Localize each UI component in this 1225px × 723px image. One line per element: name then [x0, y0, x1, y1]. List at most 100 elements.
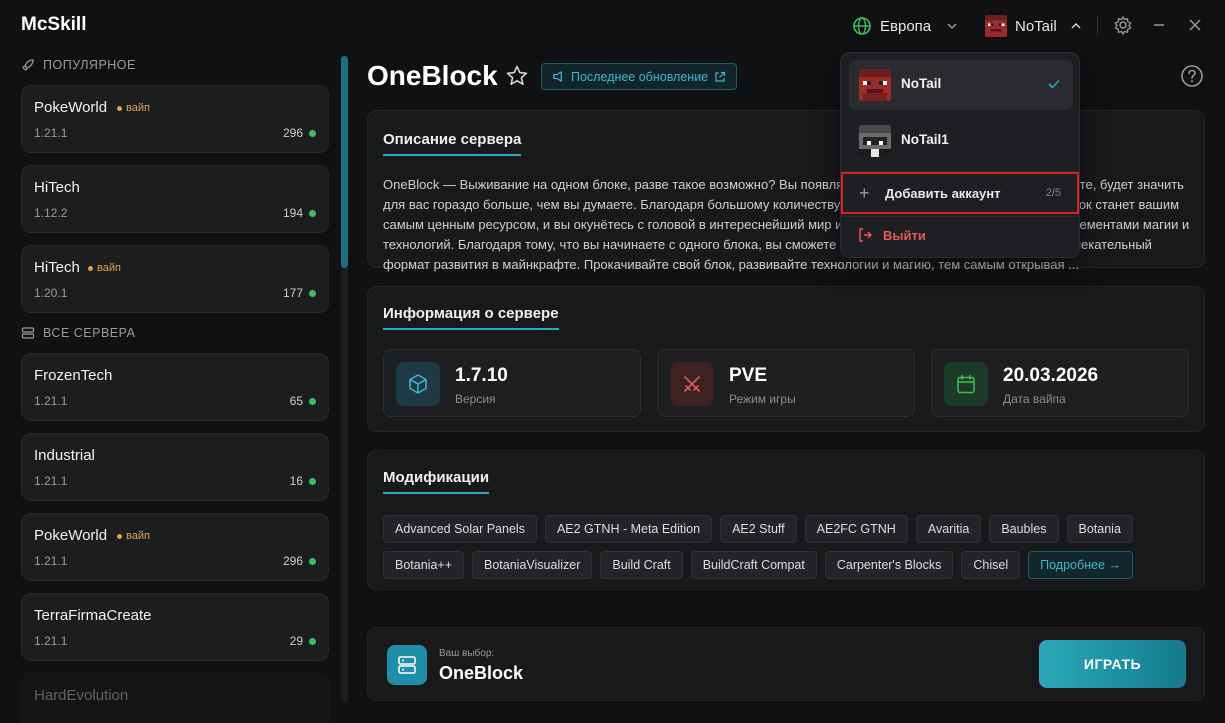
chevron-up-icon	[1071, 22, 1081, 29]
version-value: 1.7.10	[455, 365, 508, 386]
logout-button[interactable]: Выйти	[857, 227, 926, 243]
game-mode-card: PVE Режим игры	[657, 349, 915, 417]
online-count: 177	[283, 286, 316, 300]
online-count: 65	[290, 394, 316, 408]
avatar-icon	[859, 69, 891, 101]
online-count: 296	[283, 554, 316, 568]
avatar-icon	[985, 15, 1007, 37]
account-selector[interactable]: NoTail	[985, 12, 1083, 40]
account-count: 2/5	[1045, 187, 1061, 199]
account-name: NoTail	[901, 76, 942, 91]
mod-tag[interactable]: BuildCraft Compat	[690, 551, 817, 579]
mod-tag[interactable]: Botania	[1066, 515, 1133, 543]
mod-tag[interactable]: BotaniaVisualizer	[472, 551, 593, 579]
add-account-button[interactable]: + Добавить аккаунт 2/5	[841, 172, 1079, 214]
wipe-badge: вайп	[117, 530, 150, 542]
online-dot-icon	[309, 557, 316, 565]
rocket-icon	[22, 59, 34, 71]
close-icon	[1189, 19, 1201, 31]
server-card-hardevolution[interactable]: HardEvolution	[21, 673, 329, 723]
globe-icon	[853, 17, 871, 35]
logout-icon	[859, 228, 872, 242]
online-dot-icon	[309, 637, 316, 645]
server-name: HiTech	[34, 259, 80, 276]
gear-icon	[1114, 15, 1132, 35]
game-mode-value: PVE	[729, 365, 768, 386]
server-stack-icon	[21, 327, 35, 339]
version-card: 1.7.10 Версия	[383, 349, 641, 417]
add-account-label: Добавить аккаунт	[885, 186, 1001, 201]
server-card-industrial[interactable]: Industrial 1.21.1 16	[21, 433, 329, 501]
mod-tag[interactable]: Baubles	[989, 515, 1059, 543]
close-button[interactable]	[1184, 14, 1206, 36]
mod-tag[interactable]: Build Craft	[600, 551, 683, 579]
help-icon[interactable]	[1180, 64, 1204, 88]
mods-more-button[interactable]: Подробнее →	[1028, 551, 1133, 579]
account-item-notail[interactable]: NoTail	[849, 60, 1073, 110]
wipe-badge: вайп	[88, 262, 121, 274]
online-count: 16	[290, 474, 316, 488]
account-item-notail1[interactable]: NoTail1	[849, 116, 1073, 166]
settings-button[interactable]	[1112, 14, 1134, 36]
server-version: 1.21.1	[34, 474, 68, 488]
last-update-button[interactable]: Последнее обновление	[541, 63, 738, 90]
calendar-icon	[944, 362, 988, 406]
minimize-button[interactable]	[1148, 14, 1170, 36]
server-name: TerraFirmaCreate	[34, 607, 152, 624]
external-link-icon	[715, 71, 726, 82]
server-name: Industrial	[34, 447, 95, 464]
wipe-date-value: 20.03.2026	[1003, 365, 1099, 386]
minimize-icon	[1154, 24, 1164, 26]
server-sidebar: ПОПУЛЯРНОЕ PokeWorld вайп 1.21.1 296 HiT…	[0, 52, 350, 723]
server-card-pokeworld[interactable]: PokeWorld вайп 1.21.1 296	[21, 85, 329, 153]
selection-name: OneBlock	[439, 663, 524, 683]
mods-list: Advanced Solar Panels AE2 GTNH - Meta Ed…	[383, 515, 1193, 579]
server-card-frozentech[interactable]: FrozenTech 1.21.1 65	[21, 353, 329, 421]
server-version: 1.20.1	[34, 286, 68, 300]
mod-tag[interactable]: Botania++	[383, 551, 464, 579]
all-servers-section-header: ВСЕ СЕРВЕРА	[21, 326, 135, 340]
mod-tag[interactable]: Advanced Solar Panels	[383, 515, 537, 543]
megaphone-icon	[553, 71, 562, 82]
description-title: Описание сервера	[383, 131, 522, 156]
mod-tag[interactable]: Avaritia	[915, 515, 982, 543]
server-version: 1.21.1	[34, 554, 68, 568]
server-card-hitech-new[interactable]: HiTech вайп 1.20.1 177	[21, 245, 329, 313]
avatar-icon	[859, 125, 891, 157]
selection-label: Ваш выбор:	[439, 648, 495, 659]
last-update-label: Последнее обновление	[571, 69, 709, 84]
popular-section-header: ПОПУЛЯРНОЕ	[21, 58, 136, 72]
online-dot-icon	[309, 209, 316, 217]
server-icon	[387, 645, 427, 685]
account-name: NoTail	[1015, 17, 1057, 35]
mod-tag[interactable]: AE2 Stuff	[720, 515, 797, 543]
plus-icon: +	[859, 183, 870, 203]
server-version: 1.12.2	[34, 206, 68, 220]
online-dot-icon	[309, 397, 316, 405]
play-button[interactable]: ИГРАТЬ	[1039, 640, 1186, 688]
mod-tag[interactable]: Carpenter's Blocks	[824, 551, 954, 579]
mods-panel: Модификации Advanced Solar Panels AE2 GT…	[367, 450, 1205, 590]
star-icon[interactable]	[505, 64, 529, 88]
server-card-terrafirmacreate[interactable]: TerraFirmaCreate 1.21.1 29	[21, 593, 329, 661]
wipe-date-label: Дата вайпа	[1003, 392, 1066, 406]
online-count: 296	[283, 126, 316, 140]
title-bar: McSkill Европа NoTail	[0, 0, 1225, 52]
cube-icon	[396, 362, 440, 406]
server-card-hitech[interactable]: HiTech 1.12.2 194	[21, 165, 329, 233]
server-info-title: Информация о сервере	[383, 305, 559, 330]
selection-bar: Ваш выбор: OneBlock ИГРАТЬ	[367, 627, 1205, 701]
region-selector[interactable]: Европа	[852, 14, 959, 38]
online-dot-icon	[309, 289, 316, 297]
check-icon	[1048, 79, 1060, 89]
dropdown-divider	[841, 216, 1079, 217]
mod-tag[interactable]: AE2 GTNH - Meta Edition	[544, 515, 713, 543]
mod-tag[interactable]: AE2FC GTNH	[804, 515, 908, 543]
sidebar-scrollbar-thumb[interactable]	[341, 56, 348, 268]
server-card-pokeworld-all[interactable]: PokeWorld вайп 1.21.1 296	[21, 513, 329, 581]
mod-tag[interactable]: Chisel	[961, 551, 1021, 579]
server-name: HardEvolution	[34, 687, 129, 704]
account-dropdown: NoTail NoTail1 + Добавить аккаунт 2/5 Вы…	[840, 52, 1080, 258]
online-count: 194	[283, 206, 316, 220]
page-title: OneBlock	[367, 60, 498, 91]
